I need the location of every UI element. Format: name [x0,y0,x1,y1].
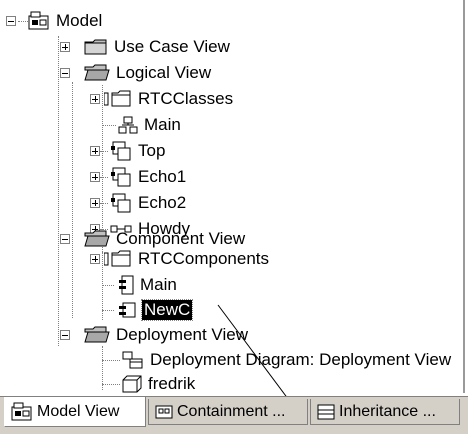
expand-icon[interactable] [90,254,100,264]
tab-containment[interactable]: Containment ... [148,399,308,425]
tree-node-main-diagram[interactable]: Main [102,112,181,138]
tab-model-view[interactable]: Model View [4,397,146,427]
inheritance-icon [317,404,335,420]
tree-node-label: Deployment Diagram: Deployment View [150,350,452,369]
tree-node-echo2[interactable]: Echo2 [90,190,186,216]
containment-icon [155,405,173,419]
tree-node-label: Main [144,115,181,134]
package-folder-icon [104,90,132,108]
tree-node-echo1[interactable]: Echo1 [90,164,186,190]
collapse-icon[interactable] [60,330,70,340]
tree-node-fredrik[interactable]: fredrik [102,371,196,397]
rename-field[interactable]: NewC [140,299,194,321]
collapse-icon[interactable] [60,234,70,244]
tree-node-label: Logical View [116,63,212,82]
view-tab-bar: Model View Containment ... Inheritance .… [0,396,468,434]
collapse-icon[interactable] [6,16,16,26]
expand-icon[interactable] [90,198,100,208]
expand-icon[interactable] [60,42,70,52]
class-diagram-icon [118,116,138,134]
open-folder-icon [84,64,110,82]
package-model-icon [28,11,50,31]
package-folder-icon [104,250,132,268]
open-folder-icon [84,326,110,344]
expand-icon[interactable] [90,146,100,156]
tree-node-label: fredrik [148,374,196,393]
capsule-icon [110,167,132,187]
tree-node-main-component[interactable]: Main [102,272,177,298]
tree-node-label: Use Case View [114,37,230,56]
tree-node-label: Echo1 [138,167,187,186]
tab-label: Containment ... [177,402,286,420]
tab-label: Model View [37,402,120,420]
tree-node-label: Model [56,11,103,30]
processor-node-icon [122,375,142,393]
tree-node-new-component[interactable]: NewC [102,297,194,323]
tree-node-label: RTCComponents [138,249,270,268]
tree-node-label: Top [138,141,166,160]
folder-icon [84,38,108,56]
component-icon [118,302,136,318]
tree-node-label: Main [140,275,177,294]
model-tree[interactable]: Model Use Case View Logical View RTCClas… [0,0,465,432]
tree-node-label: Echo2 [138,193,187,212]
tree-node-model[interactable]: Model [6,8,102,34]
tab-inheritance[interactable]: Inheritance ... [310,399,460,425]
tree-node-top[interactable]: Top [90,138,165,164]
collapse-icon[interactable] [60,68,70,78]
tree-node-rtcclasses[interactable]: RTCClasses [90,86,233,112]
tab-label: Inheritance ... [339,402,436,420]
tree-node-label: Deployment View [116,325,248,344]
tree-node-rtccomponents[interactable]: RTCComponents [90,246,269,272]
capsule-icon [110,141,132,161]
model-view-icon [11,402,33,422]
tree-node-use-case-view[interactable]: Use Case View [60,34,230,60]
expand-icon[interactable] [90,94,100,104]
tree-node-deployment-view[interactable]: Deployment View [60,322,248,348]
component-diagram-icon [118,275,134,295]
tree-node-deployment-diagram[interactable]: Deployment Diagram: Deployment View [102,347,452,373]
tree-node-label: RTCClasses [138,89,234,108]
capsule-icon [110,193,132,213]
expand-icon[interactable] [90,172,100,182]
deployment-diagram-icon [122,351,144,369]
tree-node-logical-view[interactable]: Logical View [60,60,211,86]
